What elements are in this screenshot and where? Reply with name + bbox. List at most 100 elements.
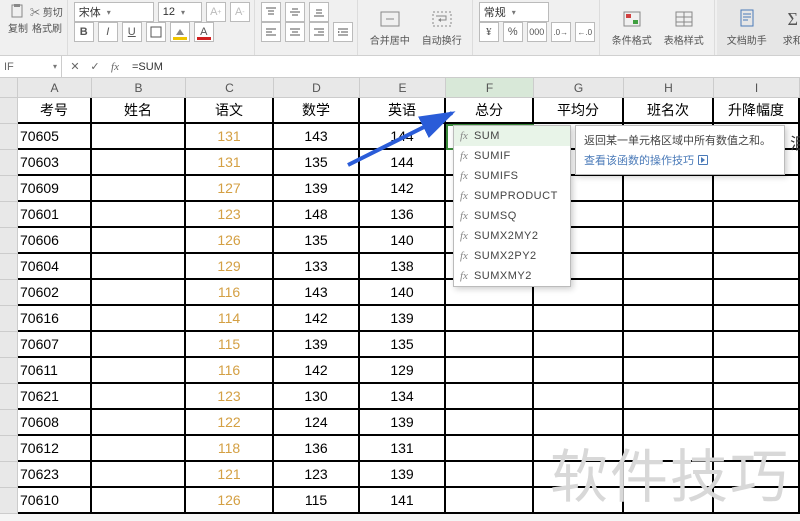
format-painter-button[interactable]: 格式刷 bbox=[32, 20, 62, 35]
formula-hint-link[interactable]: 查看该函数的操作技巧 bbox=[584, 152, 776, 168]
header-cell[interactable]: 升降幅度 bbox=[714, 98, 800, 124]
header-cell[interactable]: 数学 bbox=[274, 98, 360, 124]
cell[interactable] bbox=[92, 436, 186, 462]
cancel-formula-button[interactable]: ✕ bbox=[68, 60, 82, 73]
cell[interactable]: 127 bbox=[186, 176, 274, 202]
cell[interactable] bbox=[624, 228, 714, 254]
cell[interactable] bbox=[534, 332, 624, 358]
cell[interactable] bbox=[624, 410, 714, 436]
cell[interactable]: 70611 bbox=[18, 358, 92, 384]
cell[interactable] bbox=[714, 280, 800, 306]
cell[interactable] bbox=[92, 202, 186, 228]
cell[interactable]: 70609 bbox=[18, 176, 92, 202]
name-box[interactable]: IF ▾ bbox=[0, 56, 62, 77]
cell[interactable]: 148 bbox=[274, 202, 360, 228]
cell[interactable] bbox=[446, 306, 534, 332]
cut-button[interactable]: ✂ 剪切 bbox=[30, 4, 63, 19]
col-header-E[interactable]: E bbox=[360, 78, 446, 98]
cell[interactable]: 70623 bbox=[18, 462, 92, 488]
cell[interactable]: 70612 bbox=[18, 436, 92, 462]
cell[interactable] bbox=[714, 332, 800, 358]
cell[interactable]: 70621 bbox=[18, 384, 92, 410]
col-header-F[interactable]: F bbox=[446, 78, 534, 98]
doc-assist-button[interactable]: 文档助手 bbox=[721, 6, 773, 49]
cell[interactable] bbox=[624, 202, 714, 228]
cell[interactable]: 129 bbox=[360, 358, 446, 384]
currency-button[interactable]: ¥ bbox=[479, 22, 499, 42]
row-header[interactable] bbox=[0, 332, 18, 358]
merge-center-button[interactable]: 合并居中 bbox=[364, 6, 416, 49]
cell[interactable]: 116 bbox=[186, 280, 274, 306]
cell[interactable]: 126 bbox=[186, 488, 274, 514]
cell[interactable]: 121 bbox=[186, 462, 274, 488]
cell[interactable]: 139 bbox=[360, 410, 446, 436]
table-style-button[interactable]: 表格样式 bbox=[658, 6, 710, 49]
cell[interactable]: 124 bbox=[274, 410, 360, 436]
cond-format-button[interactable]: 条件格式 bbox=[606, 6, 658, 49]
cell[interactable]: 70601 bbox=[18, 202, 92, 228]
cell[interactable] bbox=[714, 436, 800, 462]
cell[interactable]: 139 bbox=[360, 306, 446, 332]
cell[interactable]: 144 bbox=[360, 150, 446, 176]
autocomplete-item[interactable]: fxSUMIF bbox=[454, 146, 570, 166]
auto-wrap-button[interactable]: 自动换行 bbox=[416, 6, 468, 49]
autocomplete-item[interactable]: fxSUM bbox=[454, 126, 570, 146]
cell[interactable] bbox=[92, 462, 186, 488]
cell[interactable]: 138 bbox=[360, 254, 446, 280]
formula-autocomplete-dropdown[interactable]: fxSUMfxSUMIFfxSUMIFSfxSUMPRODUCTfxSUMSQf… bbox=[453, 125, 571, 287]
percent-button[interactable]: % bbox=[503, 22, 523, 42]
col-header-C[interactable]: C bbox=[186, 78, 274, 98]
cell[interactable]: 115 bbox=[186, 332, 274, 358]
cell[interactable]: 131 bbox=[186, 150, 274, 176]
cell[interactable]: 134 bbox=[360, 384, 446, 410]
row-header[interactable] bbox=[0, 358, 18, 384]
cell[interactable]: 115 bbox=[274, 488, 360, 514]
row-header[interactable] bbox=[0, 436, 18, 462]
cell[interactable] bbox=[92, 228, 186, 254]
row-header[interactable] bbox=[0, 488, 18, 514]
cell[interactable]: 143 bbox=[274, 124, 360, 150]
cell[interactable] bbox=[624, 436, 714, 462]
col-header-H[interactable]: H bbox=[624, 78, 714, 98]
cell[interactable] bbox=[714, 254, 800, 280]
cell[interactable] bbox=[92, 150, 186, 176]
indent-button[interactable] bbox=[333, 22, 353, 42]
font-size-select[interactable]: 12▾ bbox=[158, 2, 202, 22]
row-header[interactable] bbox=[0, 306, 18, 332]
row-header[interactable] bbox=[0, 254, 18, 280]
cell[interactable]: 70610 bbox=[18, 488, 92, 514]
autocomplete-item[interactable]: fxSUMSQ bbox=[454, 206, 570, 226]
decrease-font-button[interactable]: A- bbox=[230, 2, 250, 22]
cell[interactable]: 70608 bbox=[18, 410, 92, 436]
cell[interactable]: 118 bbox=[186, 436, 274, 462]
cell[interactable] bbox=[624, 488, 714, 514]
autocomplete-item[interactable]: fxSUMXMY2 bbox=[454, 266, 570, 286]
cell[interactable] bbox=[446, 358, 534, 384]
autocomplete-item[interactable]: fxSUMIFS bbox=[454, 166, 570, 186]
row-header[interactable] bbox=[0, 280, 18, 306]
cell[interactable]: 129 bbox=[186, 254, 274, 280]
bold-button[interactable]: B bbox=[74, 22, 94, 42]
cell[interactable] bbox=[92, 410, 186, 436]
cell[interactable] bbox=[714, 358, 800, 384]
cell[interactable] bbox=[92, 358, 186, 384]
underline-button[interactable]: U bbox=[122, 22, 142, 42]
cell[interactable] bbox=[92, 332, 186, 358]
number-format-select[interactable]: 常规▾ bbox=[479, 2, 549, 22]
cell[interactable] bbox=[446, 488, 534, 514]
col-header-B[interactable]: B bbox=[92, 78, 186, 98]
fx-button[interactable]: fx bbox=[108, 61, 122, 73]
sum-button[interactable]: Σ 求和 bbox=[773, 6, 800, 49]
cell[interactable] bbox=[92, 124, 186, 150]
cell[interactable]: 136 bbox=[274, 436, 360, 462]
cell[interactable] bbox=[714, 488, 800, 514]
cell[interactable]: 140 bbox=[360, 280, 446, 306]
cell[interactable] bbox=[624, 462, 714, 488]
row-header[interactable] bbox=[0, 176, 18, 202]
increase-font-button[interactable]: A+ bbox=[206, 2, 226, 22]
header-cell[interactable]: 班名次 bbox=[624, 98, 714, 124]
cell[interactable]: 139 bbox=[360, 462, 446, 488]
border-button[interactable] bbox=[146, 22, 166, 42]
cell[interactable] bbox=[714, 306, 800, 332]
cell[interactable]: 70602 bbox=[18, 280, 92, 306]
